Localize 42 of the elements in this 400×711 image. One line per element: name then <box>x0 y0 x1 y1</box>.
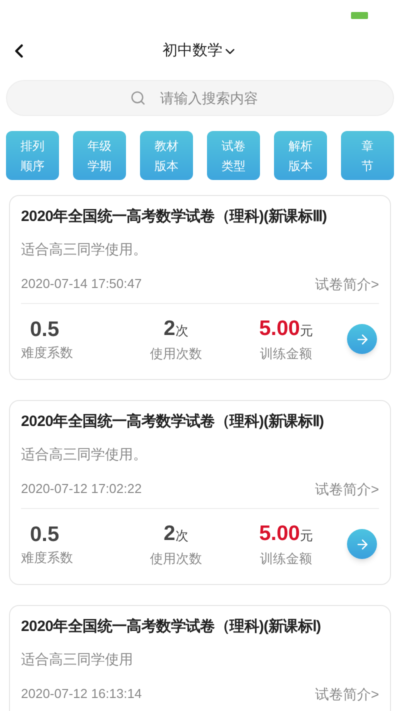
filter-button[interactable]: 解析 版本 <box>274 131 327 180</box>
paper-date: 2020-07-12 16:13:14 <box>21 685 142 704</box>
go-button[interactable] <box>347 529 377 560</box>
paper-subtitle: 适合高三同学使用。 <box>21 240 148 258</box>
usage-count: 2次 <box>164 520 188 546</box>
price-value: 5.00元 <box>259 520 313 546</box>
subject-selector[interactable]: 初中数学 <box>162 40 238 62</box>
price-value: 5.00元 <box>259 316 313 342</box>
intro-link[interactable]: 试卷简介> <box>314 478 379 500</box>
paper-title: 2020年全国统一高考数学试卷（理科)(新课标Ⅰ) <box>21 617 322 637</box>
filter-button[interactable]: 章 节 <box>341 131 394 180</box>
difficulty-value: 0.5 <box>30 522 60 548</box>
difficulty-value: 0.5 <box>30 316 60 342</box>
difficulty-label: 难度系数 <box>21 548 73 566</box>
paper-date: 2020-07-14 17:50:47 <box>21 275 142 294</box>
filter-button[interactable]: 年级 学期 <box>73 131 126 180</box>
paper-card[interactable]: 2020年全国统一高考数学试卷（理科)(新课标Ⅰ) 适合高三同学使用 2020-07-12 16:13:14 试卷简介> <box>9 605 391 711</box>
arrow-right-icon <box>354 332 370 347</box>
paper-card[interactable]: 2020年全国统一高考数学试卷（理科)(新课标Ⅲ) 适合高三同学使用。 2020-07-14 17:50:47 试卷简介> 0.5 难度系数 2次 使用次数 5.00元 训练金额 <box>9 195 391 380</box>
usage-count: 2次 <box>164 316 188 342</box>
paper-date: 2020-07-12 17:02:22 <box>21 480 142 498</box>
usage-label: 使用次数 <box>150 344 202 362</box>
intro-link[interactable]: 试卷简介> <box>314 684 379 704</box>
price-label: 训练金额 <box>260 344 312 362</box>
paper-subtitle: 适合高三同学使用。 <box>21 444 148 464</box>
arrow-right-icon <box>354 536 370 552</box>
paper-title: 2020年全国统一高考数学试卷（理科)(新课标Ⅲ) <box>21 207 328 227</box>
search-field[interactable]: 请输入搜索内容 <box>6 80 394 116</box>
difficulty-label: 难度系数 <box>21 344 73 362</box>
filter-button[interactable]: 教材 版本 <box>140 131 193 180</box>
usage-label: 使用次数 <box>150 550 202 568</box>
paper-card[interactable]: 2020年全国统一高考数学试卷（理科)(新课标Ⅱ) 适合高三同学使用。 2020-07-12 17:02:22 试卷简介> 0.5 难度系数 2次 使用次数 5.00元 训练金额 <box>9 400 391 585</box>
go-button[interactable] <box>347 324 377 354</box>
filter-button[interactable]: 试卷 类型 <box>207 131 260 180</box>
filter-button[interactable]: 排列 顺序 <box>6 131 59 180</box>
battery-icon <box>351 12 368 18</box>
paper-title: 2020年全国统一高考数学试卷（理科)(新课标Ⅱ) <box>21 412 325 432</box>
price-label: 训练金额 <box>260 550 312 568</box>
search-input[interactable]: 请输入搜索内容 <box>160 88 270 108</box>
paper-subtitle: 适合高三同学使用 <box>21 650 134 668</box>
intro-link[interactable]: 试卷简介> <box>314 274 379 294</box>
search-icon <box>130 90 146 106</box>
